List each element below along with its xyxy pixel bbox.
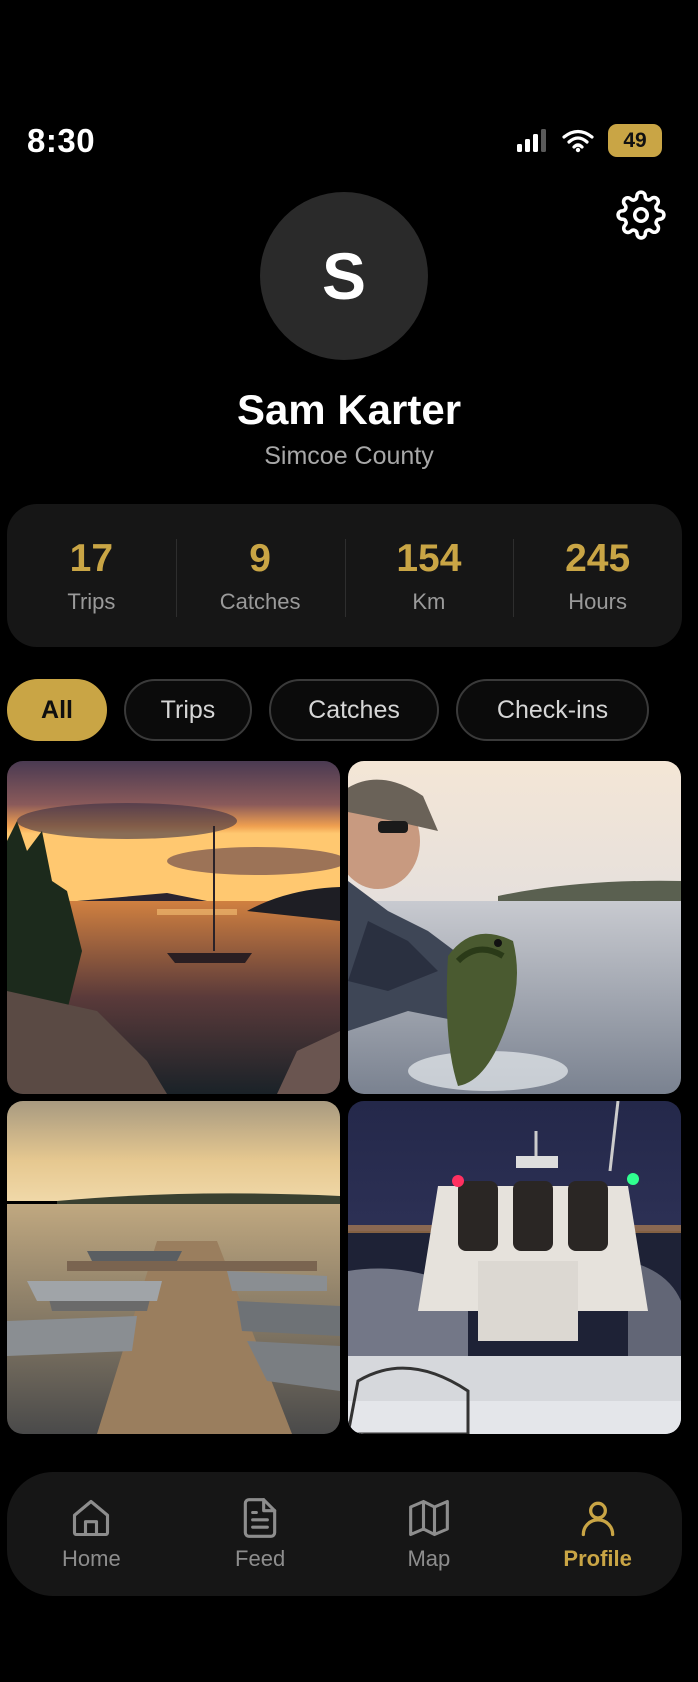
stats-card: 17 Trips 9 Catches 154 Km 245 Hours — [7, 504, 682, 647]
nav-home[interactable]: Home — [7, 1496, 176, 1572]
filter-chips: All Trips Catches Check-ins — [7, 679, 649, 741]
nav-label: Map — [407, 1546, 451, 1571]
stat-km[interactable]: 154 Km — [344, 536, 514, 617]
stat-label: Hours — [568, 588, 627, 614]
stat-label: Km — [412, 588, 446, 614]
home-icon — [73, 1499, 110, 1537]
wifi-icon — [562, 129, 594, 152]
status-time: 8:30 — [27, 122, 96, 159]
stat-hours[interactable]: 245 Hours — [513, 536, 682, 617]
filter-trips[interactable]: Trips — [124, 679, 252, 741]
nav-map[interactable]: Map — [345, 1496, 514, 1572]
nav-label: Home — [62, 1546, 121, 1571]
nav-label: Profile — [563, 1546, 632, 1571]
avatar[interactable]: S — [260, 192, 428, 360]
stat-value: 245 — [565, 536, 631, 580]
nav-profile[interactable]: Profile — [513, 1496, 682, 1572]
filter-check-ins[interactable]: Check-ins — [456, 679, 649, 741]
signal-icon — [517, 128, 546, 152]
battery-icon: 49 — [608, 124, 662, 157]
profile-icon — [581, 1501, 614, 1537]
night-boat-photo[interactable] — [348, 1101, 681, 1434]
nav-label: Feed — [235, 1546, 286, 1571]
filter-catches[interactable]: Catches — [269, 679, 439, 741]
settings-gear-icon[interactable] — [616, 190, 666, 240]
status-bar: 8:30 49 — [0, 118, 698, 164]
profile-location: Simcoe County — [264, 442, 434, 470]
filter-all[interactable]: All — [7, 679, 107, 741]
stat-trips[interactable]: 17 Trips — [7, 537, 176, 615]
bottom-nav: Home Feed Map Profile — [7, 1472, 682, 1596]
photo-grid — [7, 761, 681, 1434]
nav-feed[interactable]: Feed — [176, 1496, 345, 1572]
dock-boats-photo[interactable] — [7, 1101, 340, 1434]
profile-name: Sam Karter — [236, 386, 462, 433]
angler-bass-photo[interactable] — [348, 761, 681, 1094]
stat-value: 17 — [69, 536, 114, 580]
stat-value: 154 — [396, 536, 462, 580]
feed-icon — [243, 1498, 277, 1538]
status-icons: 49 — [516, 124, 662, 157]
stat-label: Trips — [67, 588, 116, 614]
stat-catches[interactable]: 9 Catches — [175, 536, 345, 617]
map-icon — [408, 1499, 449, 1537]
sunset-sailboat-photo[interactable] — [7, 761, 340, 1094]
stat-label: Catches — [219, 588, 301, 614]
stat-value: 9 — [249, 536, 271, 580]
